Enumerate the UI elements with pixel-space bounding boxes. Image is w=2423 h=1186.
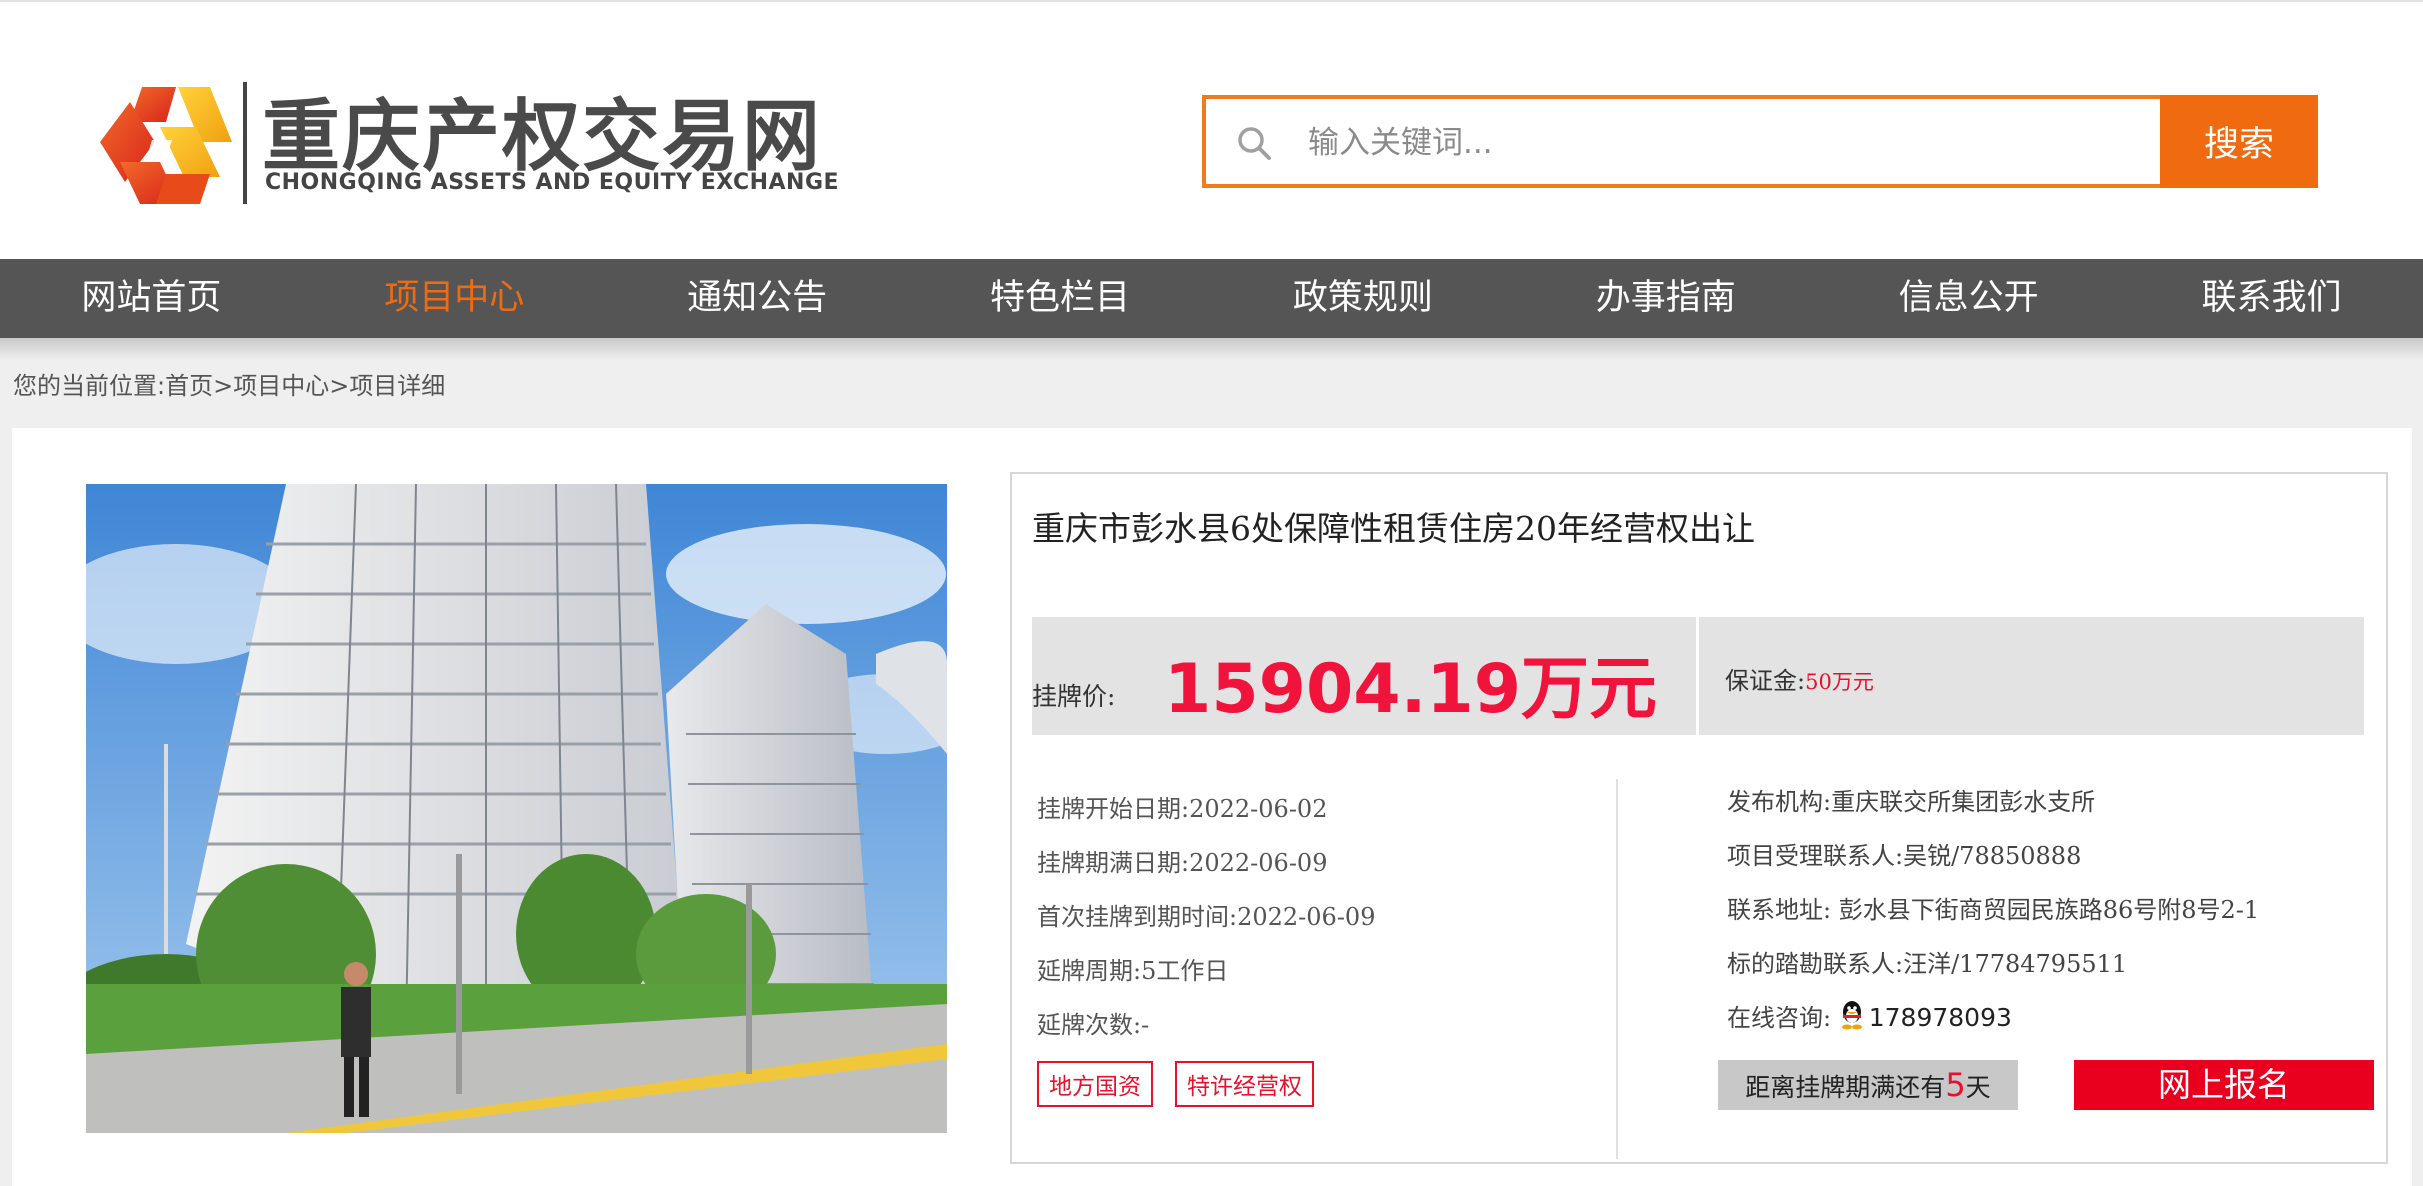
consult-qq-number[interactable]: 178978093 [1869, 1003, 2012, 1032]
search-button[interactable]: 搜索 [2160, 95, 2318, 188]
listing-countdown: 距离挂牌期满还有5天 [1718, 1060, 2018, 1110]
logo-mark-icon [100, 87, 232, 204]
nav-item-notices[interactable]: 通知公告 [606, 259, 909, 338]
nav-item-disclosure[interactable]: 信息公开 [1817, 259, 2120, 338]
detail-label: 延牌周期: [1037, 957, 1142, 985]
detail-row-end-date: 挂牌期满日期:2022-06-09 [1037, 843, 1375, 897]
detail-value: 彭水县下街商贸园民族路86号附8号2-1 [1831, 896, 2260, 924]
site-logo[interactable]: 重庆产权交易网 CHONGQING ASSETS AND EQUITY EXCH… [100, 82, 839, 207]
logo-divider [243, 82, 247, 204]
breadcrumb-current: 项目详细 [349, 372, 446, 400]
nav-item-home[interactable]: 网站首页 [0, 259, 303, 338]
detail-label: 联系地址: [1727, 896, 1832, 924]
detail-label: 项目受理联系人: [1727, 842, 1904, 870]
nav-item-features[interactable]: 特色栏目 [909, 259, 1212, 338]
search-icon [1238, 127, 1271, 160]
breadcrumb-prefix: 您的当前位置: [13, 372, 166, 400]
detail-value: 2022-06-09 [1237, 903, 1376, 931]
logo-name-en: CHONGQING ASSETS AND EQUITY EXCHANGE [265, 170, 840, 195]
countdown-suffix: 天 [1965, 1073, 1991, 1102]
detail-label: 首次挂牌到期时间: [1037, 903, 1238, 931]
band-divider [1696, 617, 1699, 735]
contact-info: 发布机构:重庆联交所集团彭水支所 项目受理联系人:吴锐/78850888 联系地… [1727, 782, 2259, 1052]
detail-row-publisher: 发布机构:重庆联交所集团彭水支所 [1727, 782, 2259, 836]
countdown-prefix: 距离挂牌期满还有 [1745, 1073, 1946, 1102]
detail-value: 5工作日 [1141, 957, 1229, 985]
detail-row-inspection-contact: 标的踏勘联系人:汪洋/17784795511 [1727, 944, 2259, 998]
breadcrumb-home[interactable]: 首页 [165, 372, 213, 400]
project-tags: 地方国资 特许经营权 [1037, 1061, 1314, 1107]
tag-local-state-assets[interactable]: 地方国资 [1037, 1061, 1153, 1107]
consult-label: 在线咨询: [1727, 1004, 1832, 1032]
detail-value: 吴锐/78850888 [1903, 842, 2082, 870]
price-label: 挂牌价: [1032, 682, 1116, 711]
nav-shadow [0, 338, 2423, 360]
detail-value: - [1141, 1011, 1150, 1039]
detail-row-extension-period: 延牌周期:5工作日 [1037, 951, 1375, 1005]
price-band: 挂牌价: 15904.19万元 保证金:50万元 [1032, 617, 2364, 735]
nav-item-guide[interactable]: 办事指南 [1514, 259, 1817, 338]
deposit: 保证金:50万元 [1725, 661, 1874, 696]
detail-value: 2022-06-02 [1189, 795, 1328, 823]
detail-row-address: 联系地址: 彭水县下街商贸园民族路86号附8号2-1 [1727, 890, 2259, 944]
listing-price: 15904.19万元 [1164, 650, 1658, 729]
online-signup-button[interactable]: 网上报名 [2074, 1060, 2374, 1110]
breadcrumb: 您的当前位置:首页>项目中心>项目详细 [13, 366, 445, 401]
detail-row-start-date: 挂牌开始日期:2022-06-02 [1037, 789, 1375, 843]
detail-value: 重庆联交所集团彭水支所 [1831, 788, 2096, 816]
detail-label: 挂牌期满日期: [1037, 849, 1190, 877]
qq-icon[interactable] [1839, 1000, 1865, 1030]
detail-row-contact: 项目受理联系人:吴锐/78850888 [1727, 836, 2259, 890]
deposit-label: 保证金: [1725, 667, 1806, 695]
countdown-days: 5 [1945, 1066, 1966, 1104]
nav-item-projects[interactable]: 项目中心 [303, 259, 606, 338]
site-header: 重庆产权交易网 CHONGQING ASSETS AND EQUITY EXCH… [0, 2, 2423, 259]
main-nav: 网站首页 项目中心 通知公告 特色栏目 政策规则 办事指南 信息公开 联系我们 [0, 259, 2423, 338]
nav-item-contact[interactable]: 联系我们 [2120, 259, 2423, 338]
breadcrumb-projects[interactable]: 项目中心 [233, 372, 329, 400]
detail-label: 挂牌开始日期: [1037, 795, 1190, 823]
project-photo[interactable] [86, 484, 947, 1133]
detail-label: 发布机构: [1727, 788, 1832, 816]
tag-franchise-rights[interactable]: 特许经营权 [1175, 1061, 1314, 1107]
detail-label: 标的踏勘联系人: [1727, 950, 1904, 978]
project-info-card: 重庆市彭水县6处保障性租赁住房20年经营权出让 挂牌价: 15904.19万元 … [1010, 472, 2388, 1164]
detail-value: 汪洋/17784795511 [1903, 950, 2128, 978]
detail-row-first-expiry: 首次挂牌到期时间:2022-06-09 [1037, 897, 1375, 951]
detail-label: 延牌次数: [1037, 1011, 1142, 1039]
detail-row-online-consult: 在线咨询: 178978093 [1727, 998, 2259, 1052]
nav-item-policies[interactable]: 政策规则 [1212, 259, 1515, 338]
project-panel: 重庆市彭水县6处保障性租赁住房20年经营权出让 挂牌价: 15904.19万元 … [12, 428, 2412, 1186]
breadcrumb-separator: > [329, 372, 350, 400]
deposit-value: 50万元 [1805, 670, 1874, 694]
details-divider [1616, 779, 1618, 1159]
listing-dates: 挂牌开始日期:2022-06-02 挂牌期满日期:2022-06-09 首次挂牌… [1037, 789, 1375, 1059]
breadcrumb-separator: > [213, 372, 234, 400]
detail-row-extension-count: 延牌次数:- [1037, 1005, 1375, 1059]
search-box: 搜索 [1202, 95, 2340, 188]
detail-value: 2022-06-09 [1189, 849, 1328, 877]
project-title: 重庆市彭水县6处保障性租赁住房20年经营权出让 [1032, 509, 1755, 548]
